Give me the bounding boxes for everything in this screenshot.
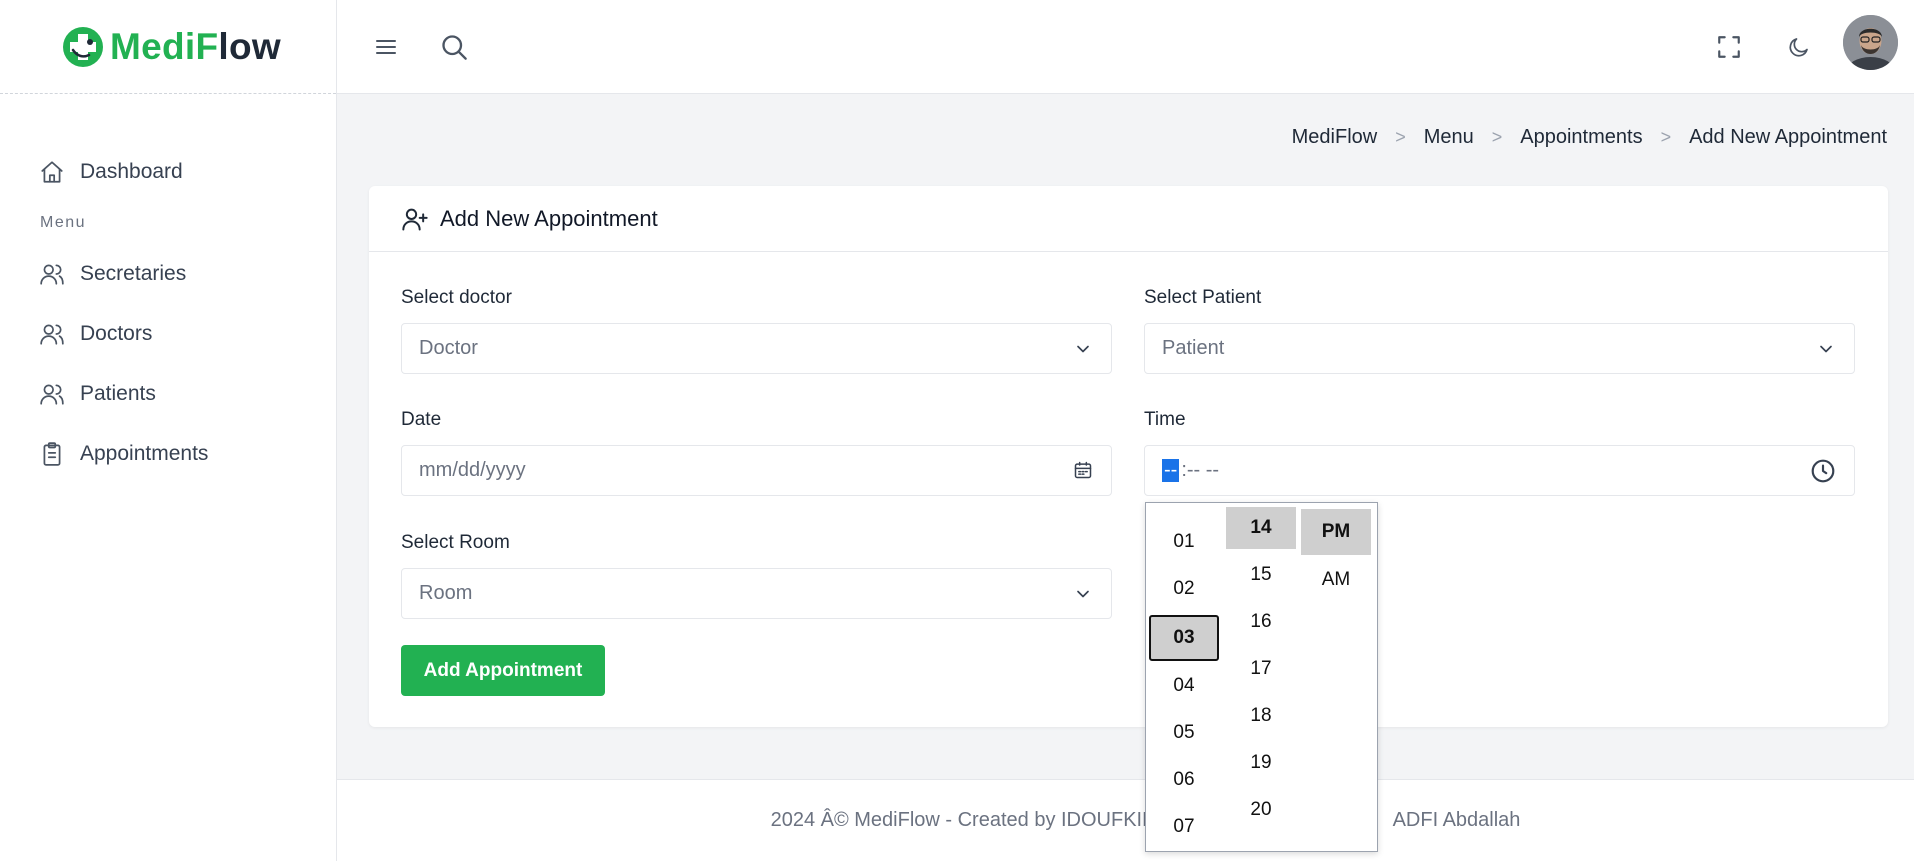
patient-select-value: Patient xyxy=(1162,337,1225,359)
breadcrumb-current: Add New Appointment xyxy=(1689,126,1887,148)
breadcrumb-item[interactable]: Menu xyxy=(1424,126,1474,149)
calendar-icon[interactable] xyxy=(1073,460,1093,486)
sidebar: MediFlow Dashboard Menu Secretaries Doct… xyxy=(0,0,337,861)
date-label: Date xyxy=(401,409,442,430)
sidebar-nav: Dashboard Menu Secretaries Doctors Patie… xyxy=(0,94,336,484)
users-icon xyxy=(40,264,64,285)
minute-option-selected[interactable]: 14 xyxy=(1226,507,1296,549)
hour-option-selected[interactable]: 03 xyxy=(1149,615,1219,661)
sidebar-item-label: Dashboard xyxy=(80,160,183,183)
hour-option[interactable]: 01 xyxy=(1149,521,1219,563)
hour-option[interactable]: 02 xyxy=(1149,568,1219,610)
hour-option[interactable]: 04 xyxy=(1149,665,1219,707)
chevron-down-icon xyxy=(1816,339,1836,365)
date-placeholder: mm/dd/yyyy xyxy=(419,459,526,481)
sidebar-item-dashboard[interactable]: Dashboard xyxy=(0,142,336,202)
minute-option[interactable]: 18 xyxy=(1226,695,1296,737)
time-label: Time xyxy=(1144,409,1186,430)
chevron-down-icon xyxy=(1073,339,1093,365)
sidebar-item-patients[interactable]: Patients xyxy=(0,364,336,424)
users-icon xyxy=(40,324,64,345)
menu-icon[interactable] xyxy=(369,30,403,64)
footer: 2024 Â© MediFlow - Created by IDOUFKIR A… xyxy=(337,779,1914,861)
search-icon[interactable] xyxy=(437,30,471,64)
home-icon xyxy=(41,161,63,183)
hour-option[interactable]: 07 xyxy=(1149,806,1219,848)
sidebar-item-appointments[interactable]: Appointments xyxy=(0,424,336,484)
footer-text: 2024 Â© MediFlow - Created by IDOUFKIR xyxy=(770,809,1157,831)
sidebar-item-label: Patients xyxy=(80,382,156,405)
time-hour-segment[interactable]: -- xyxy=(1162,459,1180,482)
logo-text: MediFlow xyxy=(110,25,281,67)
moon-icon[interactable] xyxy=(1782,30,1816,64)
time-rest-segments[interactable]: :-- -- xyxy=(1181,459,1219,482)
users-icon xyxy=(40,384,64,405)
add-appointment-button[interactable]: Add Appointment xyxy=(401,645,605,696)
doctor-select[interactable]: Doctor xyxy=(401,323,1112,374)
breadcrumb-item[interactable]: MediFlow xyxy=(1292,126,1378,149)
logo-icon xyxy=(63,26,103,67)
fullscreen-icon[interactable] xyxy=(1712,30,1746,64)
card-title: Add New Appointment xyxy=(440,205,658,231)
logo[interactable]: MediFlow xyxy=(0,0,336,94)
breadcrumb-item[interactable]: Appointments xyxy=(1520,126,1642,149)
sidebar-item-label: Secretaries xyxy=(80,262,187,285)
doctor-label: Select doctor xyxy=(401,287,512,308)
minute-option[interactable]: 16 xyxy=(1226,601,1296,643)
breadcrumb: MediFlow > Menu > Appointments > Add New… xyxy=(1292,126,1887,149)
card-header: Add New Appointment xyxy=(369,186,1888,252)
minute-option[interactable]: 20 xyxy=(1226,789,1296,831)
avatar[interactable] xyxy=(1843,15,1898,70)
chevron-down-icon xyxy=(1073,584,1093,610)
date-input[interactable]: mm/dd/yyyy xyxy=(401,445,1112,496)
time-picker-dropdown: 01 02 03 04 05 06 07 14 15 16 17 18 19 2… xyxy=(1145,502,1378,852)
clock-icon[interactable] xyxy=(1810,458,1836,490)
clipboard-icon xyxy=(43,442,61,466)
minute-option[interactable]: 15 xyxy=(1226,554,1296,596)
period-option-selected[interactable]: PM xyxy=(1301,509,1371,555)
minute-option[interactable]: 19 xyxy=(1226,742,1296,784)
chevron-right-icon: > xyxy=(1660,127,1672,147)
room-label: Select Room xyxy=(401,532,510,553)
hour-option[interactable]: 05 xyxy=(1149,712,1219,754)
chevron-right-icon: > xyxy=(1491,127,1503,147)
user-plus-icon xyxy=(402,208,428,230)
topbar xyxy=(337,0,1914,94)
room-select-value: Room xyxy=(419,582,473,604)
sidebar-item-label: Doctors xyxy=(80,322,153,345)
period-option[interactable]: AM xyxy=(1301,559,1371,601)
doctor-select-value: Doctor xyxy=(419,337,478,359)
chevron-right-icon: > xyxy=(1395,127,1406,147)
footer-text-right: ADFI Abdallah xyxy=(1392,809,1521,831)
time-input[interactable]: --:-- -- xyxy=(1144,445,1855,496)
sidebar-section-menu: Menu xyxy=(40,214,87,231)
sidebar-item-doctors[interactable]: Doctors xyxy=(0,304,336,364)
minute-option[interactable]: 17 xyxy=(1226,648,1296,690)
patient-select[interactable]: Patient xyxy=(1144,323,1855,374)
patient-label: Select Patient xyxy=(1144,287,1262,308)
hour-option[interactable]: 06 xyxy=(1149,759,1219,801)
sidebar-item-secretaries[interactable]: Secretaries xyxy=(0,244,336,304)
sidebar-item-label: Appointments xyxy=(80,442,209,465)
appointment-form-card: Add New Appointment Select doctor Doctor… xyxy=(369,186,1888,727)
room-select[interactable]: Room xyxy=(401,568,1112,619)
